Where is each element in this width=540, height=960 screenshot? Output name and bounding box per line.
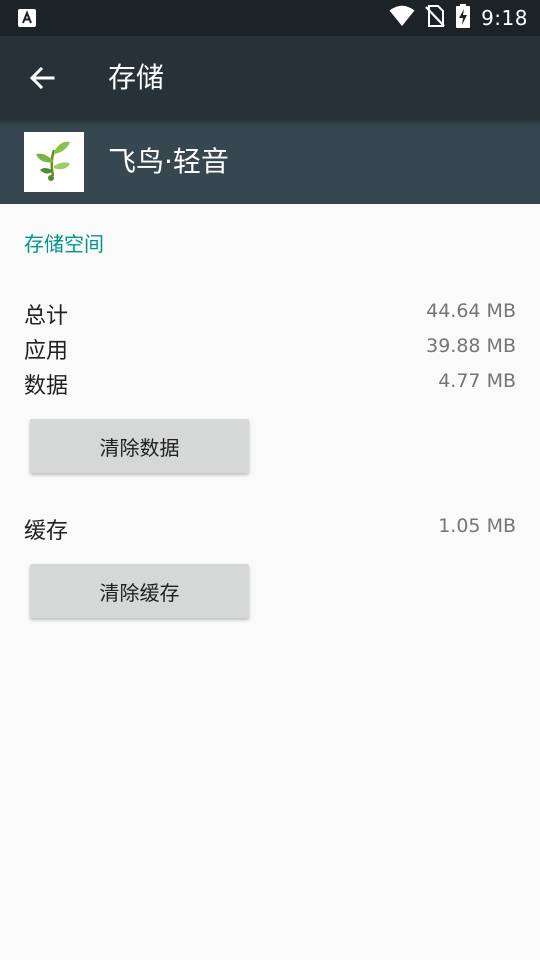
storage-row-cache: 缓存 1.05 MB — [24, 513, 516, 548]
status-icons: 9:18 — [389, 0, 528, 36]
back-button[interactable] — [14, 50, 70, 106]
no-sim-icon — [425, 5, 445, 31]
storage-row-app: 应用 39.88 MB — [24, 333, 516, 368]
app-bar: 存储 — [0, 36, 540, 120]
storage-row-total: 总计 44.64 MB — [24, 298, 516, 333]
page-title: 存储 — [108, 61, 165, 94]
clear-cache-button[interactable]: 清除缓存 — [30, 564, 249, 618]
row-value: 39.88 MB — [426, 335, 516, 357]
battery-charging-icon — [455, 4, 471, 32]
notification-a-icon — [18, 9, 36, 27]
storage-row-data: 数据 4.77 MB — [24, 368, 516, 403]
status-time: 9:18 — [481, 6, 528, 30]
toolbar-shadow — [0, 120, 540, 126]
row-value: 1.05 MB — [438, 515, 516, 537]
row-label: 数据 — [24, 374, 69, 399]
arrow-back-icon — [29, 66, 55, 90]
app-header: 飞鸟·轻音 — [0, 120, 540, 204]
app-name: 飞鸟·轻音 — [108, 145, 229, 178]
status-bar: 9:18 — [0, 0, 540, 36]
section-header-storage: 存储空间 — [24, 232, 104, 256]
wifi-icon — [389, 5, 415, 31]
row-label: 应用 — [24, 339, 69, 364]
row-label: 缓存 — [24, 519, 69, 544]
app-leaf-icon — [24, 132, 84, 192]
row-value: 4.77 MB — [438, 370, 516, 392]
row-value: 44.64 MB — [426, 300, 516, 322]
row-label: 总计 — [24, 304, 69, 329]
clear-data-button[interactable]: 清除数据 — [30, 419, 249, 473]
